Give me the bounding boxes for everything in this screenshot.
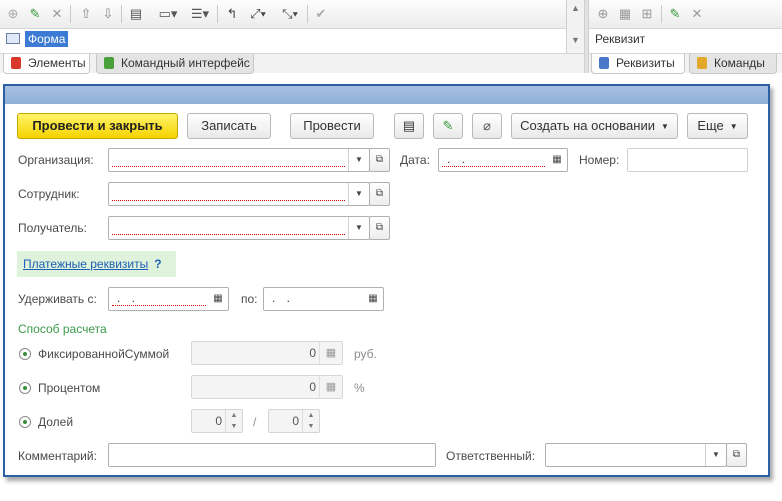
post-and-close-button[interactable]: Провести и закрыть — [17, 113, 178, 139]
calculator-icon[interactable]: ▦ — [319, 376, 342, 398]
calendar-icon[interactable]: ▦ — [363, 288, 383, 310]
fixed-amount-label: ФиксированнойСуммой — [38, 347, 170, 361]
table-attribute-icon[interactable]: ▦ — [615, 5, 635, 23]
recipient-field[interactable]: ▼ — [108, 216, 370, 240]
attributes-icon — [599, 57, 609, 69]
spinner-icon[interactable]: ▲ ▼ — [302, 410, 319, 432]
dropdown-icon[interactable]: ▼ — [348, 217, 369, 239]
form-preview: Провести и закрыть Записать Провести ▤ ✎… — [3, 84, 770, 477]
to-label: по: — [241, 292, 258, 306]
calculator-icon[interactable]: ▦ — [319, 342, 342, 364]
share-numerator-field[interactable]: 0 ▲ ▼ — [191, 409, 243, 433]
stretch-icon[interactable]: ⤡▾ — [276, 5, 304, 23]
radio-percent[interactable] — [19, 382, 31, 394]
spinner-icon[interactable]: ▲ ▼ — [225, 410, 242, 432]
form-structure-icon[interactable]: ▤ — [126, 5, 146, 23]
more-button[interactable]: Еще ▼ — [687, 113, 748, 139]
employee-field[interactable]: ▼ — [108, 182, 370, 206]
chevron-down-icon: ▼ — [660, 121, 669, 131]
edit-icon[interactable]: ✎ — [25, 5, 45, 23]
add-column-icon[interactable]: ⊞ — [637, 5, 657, 23]
command-interface-icon — [104, 57, 114, 69]
chevron-down-icon: ▼ — [729, 121, 738, 131]
attributes-toolbar: ⊕ ▦ ⊞ ✎ ✕ — [589, 0, 782, 29]
create-based-on-button[interactable]: Создать на основании ▼ — [511, 113, 678, 139]
tab-elements[interactable]: Элементы — [3, 54, 90, 74]
right-tabbar: Реквизиты Команды — [589, 53, 782, 74]
comment-field[interactable] — [108, 443, 436, 467]
tab-attributes[interactable]: Реквизиты — [591, 54, 685, 74]
tree-item-form[interactable]: Форма — [25, 31, 69, 47]
radio-share[interactable] — [19, 416, 31, 428]
employee-label: Сотрудник: — [18, 187, 80, 201]
percent-sign-label: % — [354, 381, 365, 395]
open-icon[interactable]: ⧉ — [369, 148, 390, 172]
edit-document-icon[interactable]: ✎ — [433, 113, 463, 139]
calc-method-group-title: Способ расчета — [18, 322, 107, 336]
dropdown-icon[interactable]: ▼ — [348, 183, 369, 205]
commands-icon — [697, 57, 707, 69]
help-icon[interactable]: ? — [154, 257, 161, 271]
save-button[interactable]: Записать — [187, 113, 271, 139]
elements-icon — [11, 57, 21, 69]
number-label: Номер: — [579, 153, 620, 167]
payment-details-link[interactable]: Платежные реквизиты — [23, 257, 148, 271]
link-icon[interactable]: ↰ — [222, 5, 242, 23]
add-attribute-icon[interactable]: ⊕ — [593, 5, 613, 23]
tree-scrollbar[interactable]: ▲ ▼ — [566, 0, 584, 53]
responsible-field[interactable]: ▼ — [545, 443, 727, 467]
move-down-icon[interactable]: ⇩ — [98, 5, 118, 23]
elements-tree[interactable]: Форма — [0, 29, 566, 49]
date-label: Дата: — [400, 153, 430, 167]
date-field[interactable]: . . ▦ — [438, 148, 568, 172]
radio-fixed-amount[interactable] — [19, 348, 31, 360]
share-label: Долей — [38, 415, 74, 429]
delete-icon[interactable]: ✕ — [47, 5, 67, 23]
add-icon[interactable]: ⊕ — [3, 5, 23, 23]
calendar-icon[interactable]: ▦ — [547, 149, 567, 171]
delete-attribute-icon[interactable]: ✕ — [687, 5, 707, 23]
recipient-label: Получатель: — [18, 221, 87, 235]
attachment-icon[interactable]: ⌀ — [472, 113, 502, 139]
tab-command-interface[interactable]: Командный интерфейс — [96, 54, 254, 74]
dropdown-icon[interactable]: ▼ — [705, 444, 726, 466]
calendar-icon[interactable]: ▦ — [208, 288, 228, 310]
display-mode-icon[interactable]: ▭▾ — [154, 5, 182, 23]
percent-field[interactable]: 0 ▦ — [191, 375, 343, 399]
form-header-strip — [5, 86, 768, 104]
payment-details-panel: Платежные реквизиты? — [17, 251, 176, 277]
layout-icon[interactable]: ☰▾ — [186, 5, 214, 23]
dropdown-icon[interactable]: ▼ — [348, 149, 369, 171]
report-icon[interactable]: ▤ — [394, 113, 424, 139]
post-button[interactable]: Провести — [290, 113, 374, 139]
share-denominator-field[interactable]: 0 ▲ ▼ — [268, 409, 320, 433]
organization-field[interactable]: ▼ — [108, 148, 370, 172]
move-up-icon[interactable]: ⇧ — [76, 5, 96, 23]
currency-label: руб. — [354, 347, 377, 361]
percent-label: Процентом — [38, 381, 101, 395]
to-date-field[interactable]: . . ▦ — [263, 287, 384, 311]
withhold-from-label: Удерживать с: — [18, 292, 97, 306]
number-field[interactable] — [627, 148, 748, 172]
edit-attribute-icon[interactable]: ✎ — [665, 5, 685, 23]
tab-commands[interactable]: Команды — [689, 54, 777, 74]
withhold-from-field[interactable]: . . ▦ — [108, 287, 229, 311]
share-separator: / — [253, 415, 257, 429]
open-icon[interactable]: ⧉ — [369, 182, 390, 206]
open-icon[interactable]: ⧉ — [726, 443, 747, 467]
check-icon[interactable]: ✔ — [311, 5, 331, 23]
attributes-panel-title: Реквизит — [595, 32, 646, 46]
organization-label: Организация: — [18, 153, 94, 167]
open-icon[interactable]: ⧉ — [369, 216, 390, 240]
resize-icon[interactable]: ⤢▾ — [244, 5, 272, 23]
responsible-label: Ответственный: — [446, 449, 536, 463]
form-icon — [6, 33, 20, 44]
comment-label: Комментарий: — [18, 449, 97, 463]
fixed-amount-field[interactable]: 0 ▦ — [191, 341, 343, 365]
form-designer-toolbar: ⊕ ✎ ✕ ⇧ ⇩ ▤ ▭▾ ☰▾ ↰ ⤢▾ ⤡▾ ✔ — [0, 0, 586, 29]
left-tabbar: Элементы Командный интерфейс — [0, 53, 584, 74]
